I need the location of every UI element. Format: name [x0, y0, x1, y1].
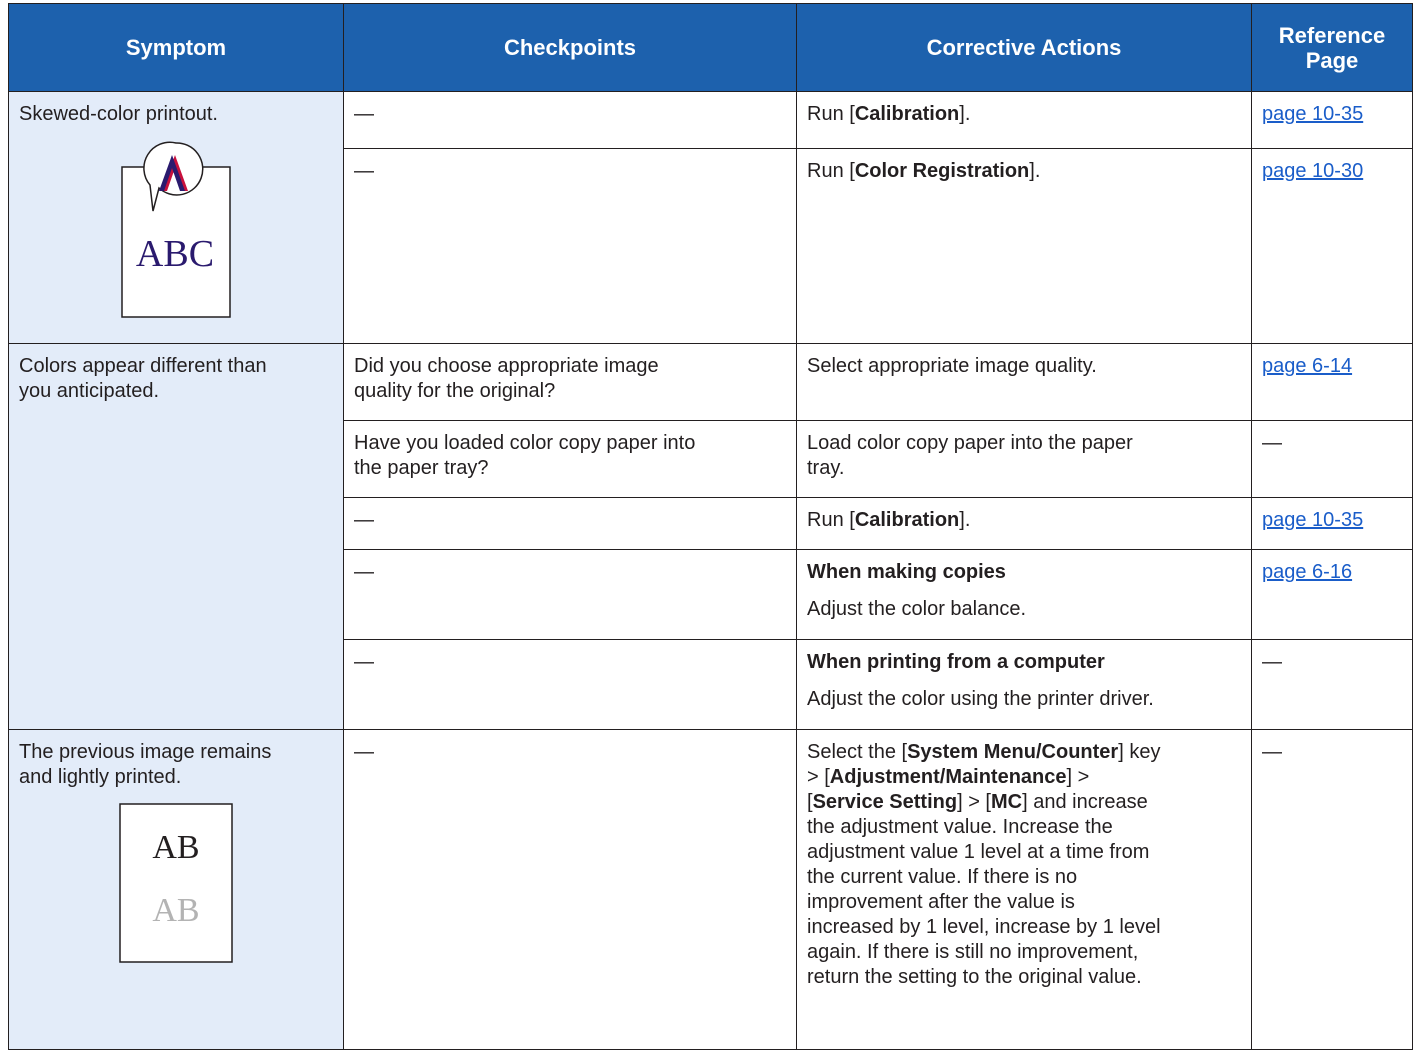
action-cell: Select the [System Menu/Counter] key > [… — [796, 729, 1252, 1050]
reference-cell: page 10-30 — [1251, 148, 1413, 344]
action-cell: Select appropriate image quality. — [796, 343, 1252, 421]
figure-text: ABC — [136, 233, 214, 275]
reference-cell: page 6-14 — [1251, 343, 1413, 421]
reference-cell: page 10-35 — [1251, 497, 1413, 550]
action-cell: Run [Calibration]. — [796, 91, 1252, 149]
table-row: Skewed-color printout. ABC — Run [Calibr… — [8, 91, 1413, 344]
checkpoint-cell: — — [343, 549, 797, 640]
symptom-text: Skewed-color printout. — [19, 103, 218, 125]
symptom-cell: The previous image remains and lightly p… — [8, 729, 344, 1050]
symptom-cell: Skewed-color printout. ABC — [8, 91, 344, 344]
checkpoint-cell: — — [343, 639, 797, 730]
ghosting-illustration: AB AB — [119, 803, 233, 963]
reference-link[interactable]: page 6-16 — [1262, 561, 1352, 583]
figure-text-light: AB — [152, 892, 199, 929]
action-cell: Load color copy paper into the paper tra… — [796, 420, 1252, 498]
reference-cell: page 10-35 — [1251, 91, 1413, 149]
reference-cell: — — [1251, 639, 1413, 730]
reference-link[interactable]: page 10-35 — [1262, 509, 1363, 531]
checkpoint-cell: — — [343, 729, 797, 1050]
action-cell: Run [Color Registration]. — [796, 148, 1252, 344]
figure-text-dark: AB — [152, 829, 199, 866]
header-corrective-actions: Corrective Actions — [796, 3, 1252, 92]
header-reference-page: Reference Page — [1251, 3, 1413, 92]
checkpoint-cell: Did you choose appropriate image quality… — [343, 343, 797, 421]
action-cell: When making copies Adjust the color bala… — [796, 549, 1252, 640]
checkpoint-cell: — — [343, 148, 797, 344]
checkpoint-cell: — — [343, 91, 797, 149]
reference-link[interactable]: page 6-14 — [1262, 355, 1352, 377]
skewed-color-illustration: ABC — [121, 141, 231, 318]
reference-link[interactable]: page 10-35 — [1262, 103, 1363, 125]
checkpoint-cell: Have you loaded color copy paper into th… — [343, 420, 797, 498]
action-cell: Run [Calibration]. — [796, 497, 1252, 550]
header-row: Symptom Checkpoints Corrective Actions R… — [8, 3, 1413, 92]
reference-cell: page 6-16 — [1251, 549, 1413, 640]
troubleshooting-table: Symptom Checkpoints Corrective Actions R… — [8, 3, 1413, 1050]
symptom-cell: Colors appear different than you anticip… — [8, 343, 344, 730]
reference-cell: — — [1251, 729, 1413, 1050]
action-cell: When printing from a computer Adjust the… — [796, 639, 1252, 730]
reference-link[interactable]: page 10-30 — [1262, 160, 1363, 182]
header-symptom: Symptom — [8, 3, 344, 92]
header-checkpoints: Checkpoints — [343, 3, 797, 92]
table-row: The previous image remains and lightly p… — [8, 729, 1413, 1050]
reference-cell: — — [1251, 420, 1413, 498]
checkpoint-cell: — — [343, 497, 797, 550]
table-row: Colors appear different than you anticip… — [8, 343, 1413, 730]
